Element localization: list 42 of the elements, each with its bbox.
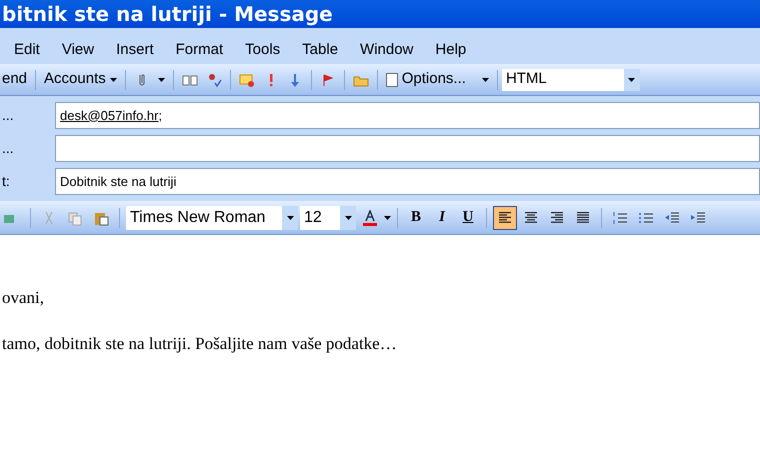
size-select[interactable]: 12 (300, 206, 356, 230)
options-button[interactable]: Options... (382, 68, 493, 91)
caret-icon (628, 78, 636, 82)
menu-item[interactable]: Tools (245, 38, 280, 62)
caret-icon (286, 216, 294, 220)
font-select[interactable]: Times New Roman (126, 206, 298, 230)
menu-item[interactable]: Edit (14, 38, 40, 62)
menu-item[interactable]: Insert (116, 38, 154, 62)
body-paragraph: ovani, (2, 287, 46, 309)
align-center-icon (524, 212, 538, 224)
field-label: ... (1, 106, 15, 125)
caret-icon (158, 78, 165, 82)
recipient-field[interactable] (55, 135, 760, 162)
align-left-icon (498, 212, 512, 224)
email-address[interactable]: desk@057info.hr (60, 106, 158, 126)
field-label: t: (1, 172, 11, 191)
menu-item[interactable]: Table (302, 38, 338, 62)
align-justify-icon (576, 212, 590, 224)
format-select[interactable]: HTML (502, 68, 640, 90)
message-body[interactable]: ovani, tamo, dobitnik ste na lutriji. Pošaljite nam vaše podatke… (0, 235, 760, 460)
menu-item[interactable]: Format (176, 38, 224, 62)
caret-icon (344, 216, 352, 220)
caret-icon (384, 216, 391, 220)
menu-item[interactable]: View (62, 38, 94, 62)
body-paragraph: tamo, dobitnik ste na lutriji. Pošaljite nam vaše podatke… (2, 332, 398, 355)
menu-item[interactable]: Window (360, 38, 414, 62)
subject-field[interactable]: Dobitnik ste na lutriji (55, 168, 760, 195)
align-left-button[interactable] (493, 206, 517, 230)
document-icon (386, 72, 398, 86)
separator-text: ; (158, 106, 162, 125)
bold-button[interactable]: B (404, 206, 428, 230)
accounts-button[interactable]: Accounts (40, 68, 121, 91)
field-label: ... (1, 139, 15, 158)
underline-button[interactable]: U (456, 206, 480, 230)
window-title: bitnik ste na lutriji - Message (2, 1, 333, 28)
caret-icon (482, 78, 489, 82)
align-right-icon (550, 212, 564, 224)
menu-item[interactable]: Help (435, 38, 466, 62)
italic-button[interactable]: I (430, 206, 454, 230)
recipient-field[interactable]: desk@057info.hr; (55, 102, 760, 129)
send-button[interactable]: end (2, 68, 32, 91)
caret-icon (110, 78, 117, 82)
